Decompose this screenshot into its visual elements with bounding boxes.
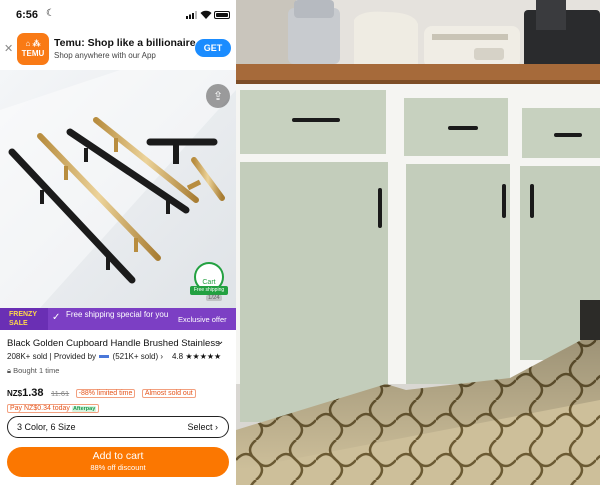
chevron-right-icon: › (215, 422, 218, 432)
exclusive-offer-label: Exclusive offer (178, 315, 227, 324)
promo-message: Free shipping special for you (66, 310, 169, 319)
kitchen-cabinet-photo (236, 0, 600, 485)
variant-selector[interactable]: 3 Color, 6 Size Select › (7, 416, 229, 438)
temu-app-screen: 6:56 ☾ ✕ ⌂ ⁂ TEMU Temu: Shop like a bill… (0, 0, 236, 485)
add-to-cart-button[interactable]: Add to cart 88% off discount (7, 447, 229, 477)
cart-badge-label: Cart (202, 279, 216, 286)
banner-title: Temu: Shop like a billionaire (54, 37, 196, 49)
rating-value: 4.8 (172, 352, 184, 361)
seller-flag-icon (99, 355, 110, 359)
bought-count: Bought 1 time (13, 366, 60, 375)
battery-icon (214, 11, 230, 19)
select-label: Select (187, 422, 213, 432)
frenzy-line1: FRENZY (9, 311, 37, 318)
promo-strip[interactable]: FRENZY SALE ✓ Free shipping special for … (0, 308, 236, 330)
close-icon[interactable]: ✕ (4, 42, 13, 55)
variant-summary: 3 Color, 6 Size (17, 422, 76, 432)
add-to-cart-label: Add to cart (92, 450, 144, 462)
bought-info: 🔒︎ Bought 1 time (7, 366, 59, 376)
kitchen-cabinet-illustration (236, 0, 600, 485)
get-button[interactable]: GET (195, 39, 231, 57)
seller-sold-count[interactable]: (521K+ sold) (113, 352, 159, 361)
afterpay-badge: Afterpay (71, 406, 97, 412)
frenzy-sale-label: FRENZY SALE (0, 308, 48, 330)
pay-today-text: Pay NZ$0.34 today (10, 405, 70, 412)
check-icon: ✓ (52, 312, 61, 323)
moon-icon: ☾ (46, 8, 55, 19)
add-to-cart-discount: 88% off discount (90, 463, 146, 472)
signal-icon (186, 11, 197, 19)
image-page-counter: 1/24 (206, 295, 222, 301)
product-title[interactable]: Black Golden Cupboard Handle Brushed Sta… (7, 338, 220, 349)
status-bar: 6:56 ☾ (0, 0, 236, 30)
rating[interactable]: 4.8 ★★★★★ (172, 352, 221, 361)
wifi-icon (200, 10, 212, 19)
pay-today-row: Pay NZ$0.34 today Afterpay (7, 397, 100, 415)
chevron-right-icon[interactable]: › (160, 352, 163, 361)
app-install-banner: ✕ ⌂ ⁂ TEMU Temu: Shop like a billionaire… (0, 30, 236, 68)
stock-tag: Almost sold out (141, 389, 196, 398)
sales-info: 208K+ sold | Provided by (521K+ sold) › (7, 352, 164, 361)
variant-select-action: Select › (187, 422, 218, 432)
cart-badge[interactable]: Cart Free shipping 1/24 (190, 262, 228, 302)
pay-today-tag: Pay NZ$0.34 today Afterpay (7, 404, 100, 413)
frenzy-line2: SALE (9, 320, 28, 327)
temu-logo-mark: ⌂ ⁂ (25, 39, 41, 48)
star-rating-icon: ★★★★★ (185, 352, 222, 361)
temu-logo-text: TEMU (21, 49, 45, 58)
status-time: 6:56 (16, 9, 39, 21)
free-shipping-badge: Free shipping (190, 286, 228, 295)
bag-icon: 🔒︎ (7, 366, 11, 375)
share-icon[interactable]: ⇪ (206, 84, 230, 108)
banner-subtitle: Shop anywhere with our App (54, 51, 156, 60)
sold-count: 208K+ sold (7, 352, 48, 361)
provided-by-label: Provided by (53, 352, 97, 361)
chevron-down-icon[interactable]: ⌄ (216, 336, 224, 347)
temu-logo: ⌂ ⁂ TEMU (17, 33, 49, 65)
